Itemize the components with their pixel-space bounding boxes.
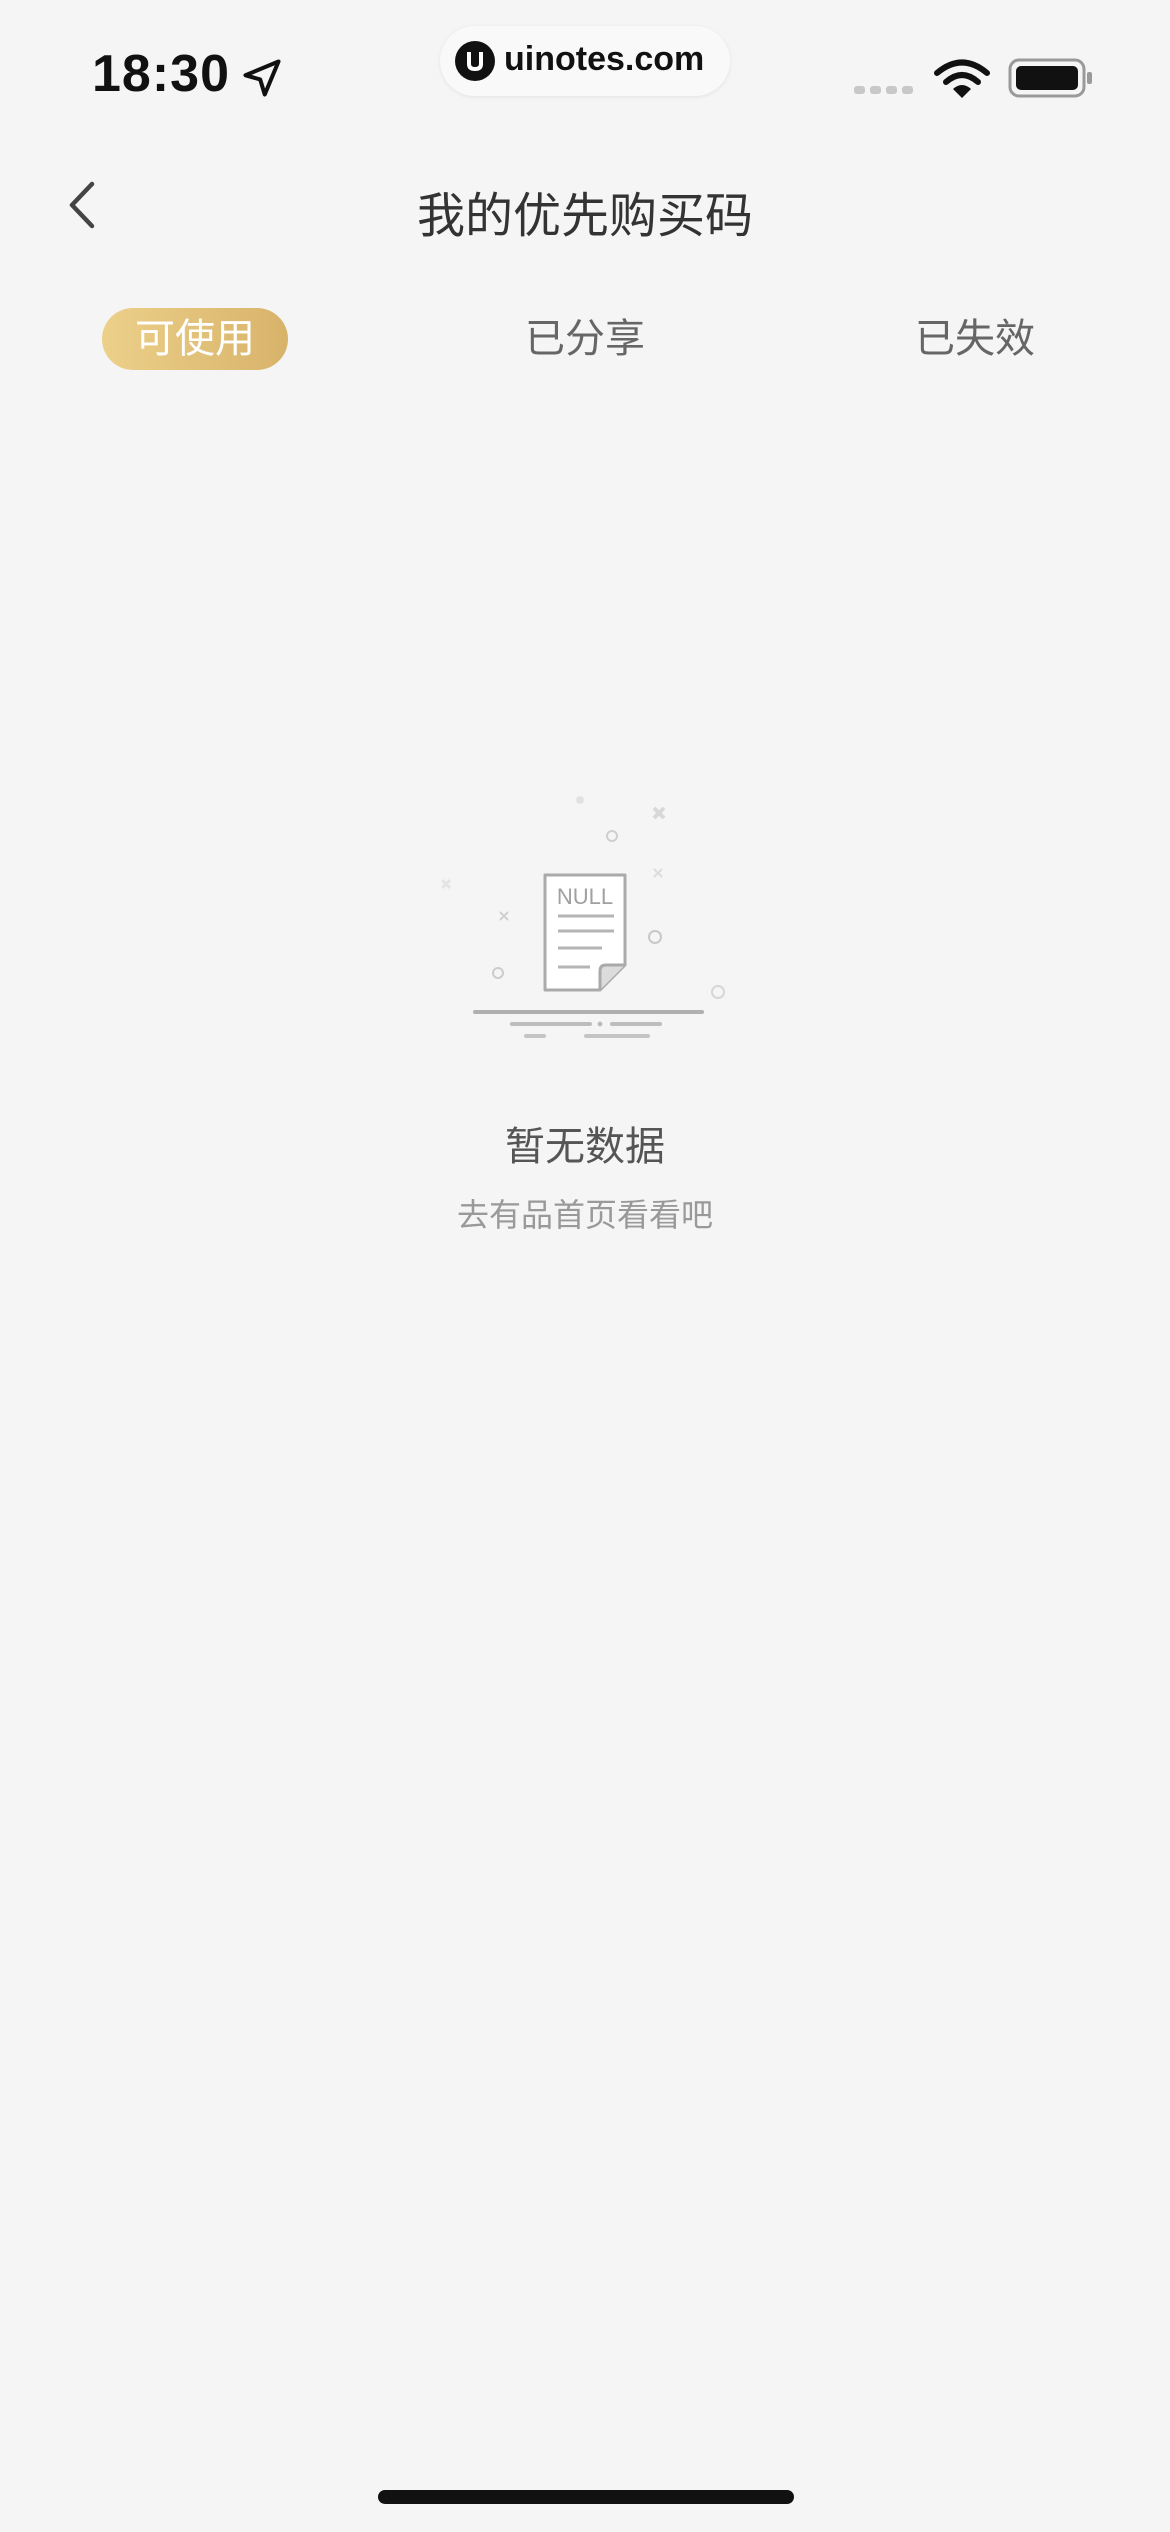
page-title: 我的优先购买码 — [416, 188, 753, 244]
empty-document-illustration: NULL — [440, 796, 725, 1038]
uinotes-logo-icon — [455, 41, 495, 81]
watermark-text: uinotes.com — [504, 40, 705, 78]
signal-icon — [854, 86, 913, 94]
wifi-icon — [934, 59, 990, 98]
tab-available[interactable]: 可使用 — [102, 308, 288, 370]
empty-state-title: 暂无数据 — [505, 1124, 665, 1170]
tab-bar: 可使用 已分享 已失效 — [0, 300, 1170, 380]
illustration-null-label: NULL — [557, 884, 613, 909]
watermark-badge: uinotes.com — [440, 26, 730, 96]
tab-shared[interactable]: 已分享 — [490, 308, 680, 370]
nav-bar: 我的优先购买码 — [0, 150, 1170, 260]
battery-icon — [1008, 58, 1092, 98]
status-time: 18:30 — [92, 45, 230, 103]
tab-expired[interactable]: 已失效 — [880, 308, 1070, 370]
home-indicator[interactable] — [378, 2490, 794, 2504]
location-arrow-icon — [243, 59, 281, 97]
empty-state-subtitle[interactable]: 去有品首页看看吧 — [0, 1190, 1170, 1236]
status-bar: 18:30 uinotes.com — [0, 0, 1170, 130]
